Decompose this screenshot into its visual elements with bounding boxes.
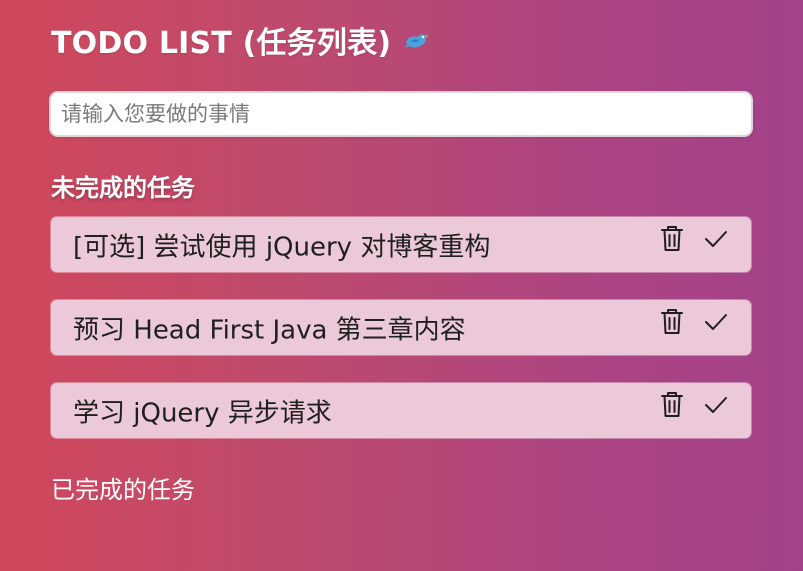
trash-icon[interactable] <box>659 308 685 336</box>
page-title: TODO LIST (任务列表) <box>51 26 392 61</box>
todo-input[interactable] <box>51 93 751 135</box>
task-actions <box>659 308 729 336</box>
trash-icon[interactable] <box>659 391 685 419</box>
bird-icon <box>403 29 430 53</box>
trash-icon[interactable] <box>659 225 685 253</box>
task-actions <box>659 225 729 253</box>
check-icon[interactable] <box>703 225 729 253</box>
check-icon[interactable] <box>703 308 729 336</box>
task-item: 学习 jQuery 异步请求 <box>51 383 751 438</box>
pending-section-title: 未完成的任务 <box>51 174 195 202</box>
task-actions <box>659 391 729 419</box>
task-item: 预习 Head First Java 第三章内容 <box>51 300 751 355</box>
done-section-title: 已完成的任务 <box>51 476 195 504</box>
task-item: [可选] 尝试使用 jQuery 对博客重构 <box>51 217 751 272</box>
task-text: 学习 jQuery 异步请求 <box>73 398 332 428</box>
header: TODO LIST (任务列表) <box>51 20 430 61</box>
check-icon[interactable] <box>703 391 729 419</box>
task-text: [可选] 尝试使用 jQuery 对博客重构 <box>73 232 491 262</box>
task-text: 预习 Head First Java 第三章内容 <box>73 315 466 345</box>
